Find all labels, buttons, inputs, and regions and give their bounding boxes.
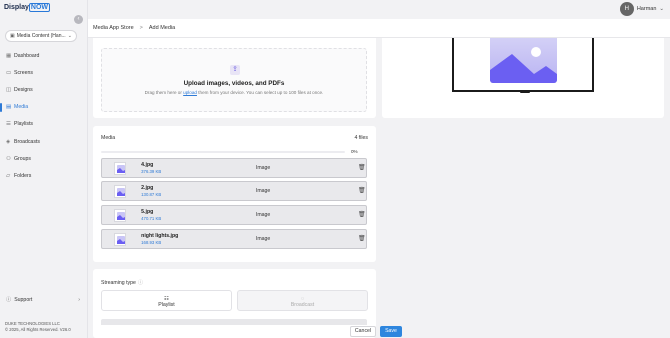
copyright: © 2025, All Rights Reserved. V26.0: [5, 326, 71, 332]
streaming-option-playlist[interactable]: ☷ Playlist: [101, 290, 232, 311]
sidebar-item-folders[interactable]: ▱ Folders: [0, 167, 88, 184]
streaming-option-label: Broadcast: [290, 302, 315, 308]
breadcrumb: Media App Store > Add Media: [88, 19, 670, 38]
media-card: Media 4 files 0% 4.jpg 376.39 KB Image 🗑 …: [93, 126, 376, 262]
broadcast-icon: ◈: [6, 138, 11, 145]
trash-icon[interactable]: 🗑: [358, 164, 366, 173]
trash-icon[interactable]: 🗑: [358, 187, 366, 196]
streaming-option-label: Playlist: [158, 302, 175, 308]
sidebar-item-label: Groups: [14, 155, 32, 162]
image-thumbnail-icon: [114, 208, 127, 222]
sidebar-item-designs[interactable]: ◫ Designs: [0, 81, 88, 98]
dashboard-icon: ▦: [6, 52, 12, 59]
streaming-card: Streaming type ⓘ ☷ Playlist ◌ Broadcast: [93, 269, 376, 338]
file-name: 5.jpg: [141, 208, 154, 215]
breadcrumb-item-add-media: Add Media: [148, 25, 176, 31]
breadcrumb-item-media-app-store[interactable]: Media App Store: [93, 25, 134, 31]
file-name: 2.jpg: [141, 184, 154, 191]
file-type: Image: [255, 236, 271, 242]
file-row: 2.jpg 130.87 KB Image 🗑: [101, 181, 367, 201]
file-size: 168.93 KB: [141, 239, 162, 245]
file-size: 130.87 KB: [141, 191, 162, 197]
sidebar-nav: ▦ Dashboard ▭ Screens ◫ Designs ▤ Media …: [0, 47, 88, 185]
trash-icon[interactable]: 🗑: [358, 235, 366, 244]
sidebar-item-broadcasts[interactable]: ◈ Broadcasts: [0, 133, 88, 150]
image-thumbnail-icon: [114, 161, 127, 175]
groups-icon: ⚇: [6, 155, 11, 162]
upload-card: ⇪ Upload images, videos, and PDFs Drag t…: [93, 38, 376, 118]
logo[interactable]: Display NOW: [4, 3, 51, 12]
next-field-bar: [101, 319, 367, 325]
sidebar-item-media[interactable]: ▤ Media: [0, 99, 88, 116]
file-type: Image: [255, 188, 271, 194]
file-name: night lights.jpg: [141, 232, 179, 239]
media-header: Media 4 files: [101, 135, 368, 141]
save-button[interactable]: Save: [380, 326, 402, 337]
user-menu[interactable]: H Harman ⌄: [619, 2, 664, 16]
store-icon: ▣: [10, 33, 15, 39]
upload-progress-label: 0%: [351, 149, 358, 154]
upload-link[interactable]: upload: [183, 90, 197, 95]
upload-instructions: Drag them here or upload them from your …: [144, 90, 324, 95]
sidebar-item-label: Folders: [14, 172, 32, 179]
info-icon: ⓘ: [137, 280, 144, 286]
sidebar-item-dashboard[interactable]: ▦ Dashboard: [0, 47, 88, 64]
support-label: Support: [14, 296, 33, 303]
cancel-button[interactable]: Cancel: [350, 326, 376, 337]
file-row: night lights.jpg 168.93 KB Image 🗑: [101, 229, 367, 249]
sidebar-footer: DUKE TECHNOLOGIES LLC © 2025, All Rights…: [5, 321, 71, 332]
logo-boxed: NOW: [28, 3, 51, 12]
image-placeholder-icon: [490, 38, 557, 83]
upload-progress-bar: [101, 151, 345, 153]
support-link[interactable]: ⓘ Support ›: [6, 296, 80, 304]
file-row: 4.jpg 376.39 KB Image 🗑: [101, 158, 367, 178]
preview-card: [382, 38, 664, 118]
monitor-stand: [520, 91, 530, 93]
image-thumbnail-icon: [114, 184, 127, 198]
sidebar-item-label: Playlists: [14, 121, 34, 128]
media-label: Media: [101, 135, 116, 141]
file-type: Image: [255, 212, 271, 218]
media-icon: ▤: [6, 104, 12, 111]
logo-prefix: Display: [4, 4, 29, 11]
file-size: 376.39 KB: [141, 168, 162, 174]
file-type: Image: [255, 165, 271, 171]
playlist-icon: ☰: [6, 121, 11, 128]
chevron-down-icon: ⌄: [659, 6, 664, 12]
trash-icon[interactable]: 🗑: [358, 211, 366, 220]
file-name: 4.jpg: [141, 161, 154, 168]
chevron-down-icon: ⌄: [67, 33, 72, 39]
file-count: 4 files: [354, 135, 368, 141]
upload-title: Upload images, videos, and PDFs: [183, 80, 285, 87]
streaming-option-broadcast: ◌ Broadcast: [237, 290, 368, 311]
file-row: 5.jpg 470.71 KB Image 🗑: [101, 205, 367, 225]
collapse-sidebar-button[interactable]: ‹: [74, 15, 83, 24]
streaming-type-label: Streaming type ⓘ: [101, 280, 144, 286]
sidebar-item-label: Broadcasts: [14, 138, 40, 145]
sidebar-item-label: Media: [14, 104, 29, 111]
breadcrumb-separator: >: [139, 25, 143, 31]
workspace-select[interactable]: ▣ Media Content (Han... ⌄: [5, 30, 77, 42]
sidebar-item-groups[interactable]: ⚇ Groups: [0, 150, 88, 167]
chevron-right-icon: ›: [78, 296, 80, 303]
design-icon: ◫: [6, 86, 12, 93]
sidebar-item-label: Screens: [14, 69, 34, 76]
help-icon: ⓘ: [6, 297, 12, 303]
sidebar-item-label: Designs: [14, 86, 33, 93]
upload-dropzone[interactable]: ⇪ Upload images, videos, and PDFs Drag t…: [101, 48, 367, 112]
user-name: Harman: [636, 6, 657, 12]
chevron-left-icon: ‹: [77, 16, 80, 22]
workspace-label: Media Content (Han...: [16, 33, 66, 39]
upload-icon: ⇪: [230, 65, 240, 75]
folder-icon: ▱: [6, 172, 11, 179]
avatar: H: [619, 2, 634, 16]
sidebar-item-label: Dashboard: [14, 52, 40, 59]
sidebar: Display NOW ‹ ▣ Media Content (Han... ⌄ ▦…: [0, 0, 88, 338]
screen-icon: ▭: [6, 69, 12, 76]
sidebar-item-playlists[interactable]: ☰ Playlists: [0, 116, 88, 133]
sidebar-item-screens[interactable]: ▭ Screens: [0, 64, 88, 81]
image-thumbnail-icon: [114, 232, 127, 246]
file-size: 470.71 KB: [141, 215, 162, 221]
monitor-icon: [452, 38, 594, 92]
